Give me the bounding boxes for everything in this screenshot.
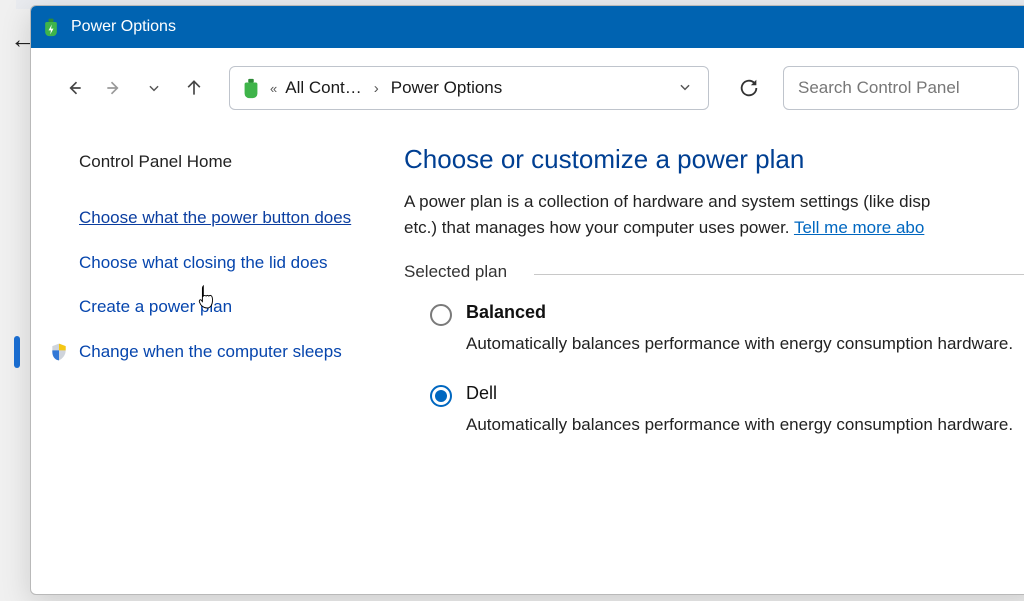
navigation-bar: « All Cont… › Power Options Search Contr…	[31, 48, 1024, 124]
uac-shield-icon	[49, 342, 69, 362]
power-plan-option[interactable]: Dell Automatically balances performance …	[404, 363, 1024, 444]
back-button[interactable]	[57, 71, 91, 105]
battery-icon	[240, 77, 262, 99]
refresh-button[interactable]	[727, 66, 771, 110]
window-title: Power Options	[71, 18, 176, 36]
search-placeholder: Search Control Panel	[798, 78, 960, 98]
up-button[interactable]	[177, 71, 211, 105]
plan-name: Balanced	[466, 302, 1024, 323]
page-description: A power plan is a collection of hardware…	[404, 189, 1024, 240]
page-title: Choose or customize a power plan	[404, 144, 1024, 175]
background-accent	[14, 336, 20, 368]
plan-description: Automatically balances performance with …	[466, 331, 1024, 357]
main-panel: Choose or customize a power plan A power…	[386, 144, 1024, 594]
address-overflow-icon[interactable]: «	[270, 81, 277, 96]
battery-icon	[41, 17, 61, 37]
forward-button[interactable]	[97, 71, 131, 105]
sidebar: Control Panel Home Choose what the power…	[31, 144, 386, 594]
address-dropdown-button[interactable]	[672, 80, 698, 97]
search-input[interactable]: Search Control Panel	[783, 66, 1019, 110]
sidebar-link-create-plan[interactable]: Create a power plan	[79, 295, 366, 320]
content-area: Control Panel Home Choose what the power…	[31, 124, 1024, 594]
recent-locations-button[interactable]	[137, 71, 171, 105]
radio-button[interactable]	[430, 385, 452, 407]
address-bar[interactable]: « All Cont… › Power Options	[229, 66, 709, 110]
sidebar-item-label: Change when the computer sleeps	[79, 342, 342, 361]
breadcrumb-segment[interactable]: Power Options	[391, 78, 503, 98]
plan-description: Automatically balances performance with …	[466, 412, 1024, 438]
sidebar-heading: Control Panel Home	[79, 152, 366, 172]
sidebar-link-sleep[interactable]: Change when the computer sleeps	[79, 340, 366, 365]
titlebar[interactable]: Power Options	[31, 6, 1024, 48]
power-plan-option[interactable]: Balanced Automatically balances performa…	[404, 282, 1024, 363]
radio-button[interactable]	[430, 304, 452, 326]
sidebar-link-power-button[interactable]: Choose what the power button does	[79, 206, 366, 231]
selected-plan-group: Selected plan Balanced Automatically bal…	[404, 262, 1024, 443]
plan-name: Dell	[466, 383, 1024, 404]
group-label: Selected plan	[404, 262, 519, 282]
power-options-window: Power Options « All Cont… › Power Option…	[30, 5, 1024, 595]
breadcrumb-segment[interactable]: All Cont…	[285, 78, 362, 98]
sidebar-link-close-lid[interactable]: Choose what closing the lid does	[79, 251, 366, 276]
group-separator	[534, 274, 1024, 275]
learn-more-link[interactable]: Tell me more abo	[794, 218, 924, 237]
chevron-right-icon[interactable]: ›	[370, 80, 383, 97]
